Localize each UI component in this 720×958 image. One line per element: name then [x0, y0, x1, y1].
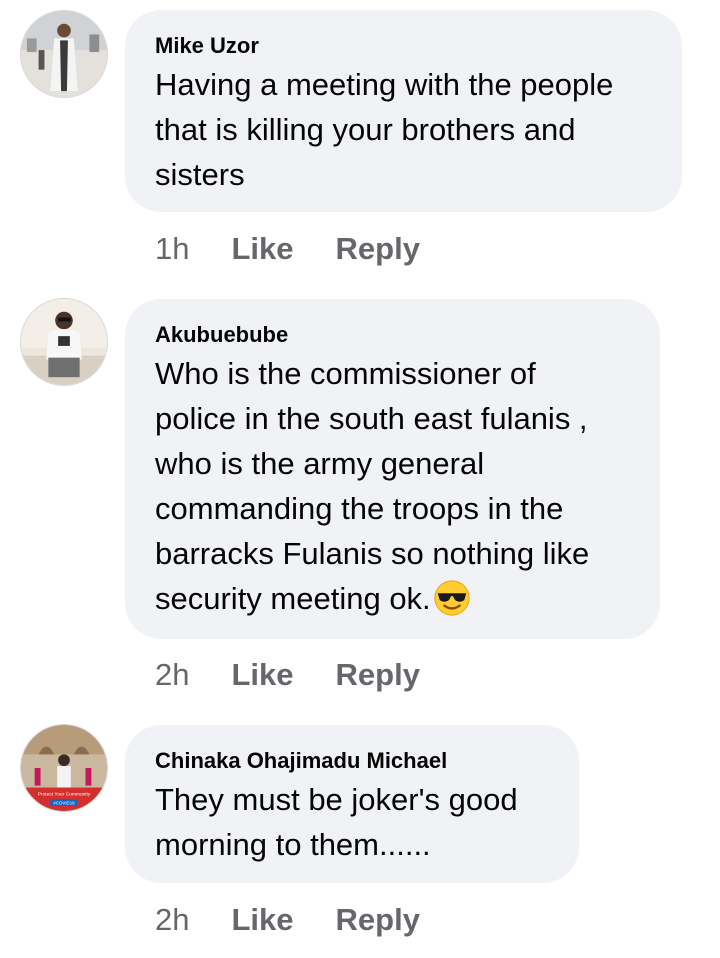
user-avatar-photo-icon: Protect Your Community #COVID19 [21, 725, 107, 811]
comment-actions: 2h Like Reply [155, 900, 462, 940]
like-button[interactable]: Like [231, 231, 293, 267]
comment-bubble: Mike Uzor Having a meeting with the peop… [125, 10, 682, 212]
like-button[interactable]: Like [231, 902, 293, 938]
comment-text-content: Who is the commissioner of police in the… [155, 356, 590, 616]
comment-bubble: Chinaka Ohajimadu Michael They must be j… [125, 725, 579, 883]
avatar-banner-hashtag: #COVID19 [53, 801, 75, 806]
comment-actions: 1h Like Reply [155, 229, 462, 269]
avatar[interactable] [20, 298, 108, 386]
comment-author[interactable]: Akubuebube [155, 321, 630, 349]
comment-timestamp[interactable]: 2h [155, 902, 189, 938]
smiling-face-with-sunglasses-emoji-icon [433, 579, 471, 617]
comment-author[interactable]: Mike Uzor [155, 32, 652, 60]
user-avatar-photo-icon [21, 299, 107, 385]
comment-timestamp[interactable]: 1h [155, 231, 189, 267]
reply-button[interactable]: Reply [336, 231, 420, 267]
comment-timestamp[interactable]: 2h [155, 657, 189, 693]
comment-actions: 2h Like Reply [155, 655, 462, 695]
user-avatar-photo-icon [21, 11, 107, 97]
avatar[interactable]: Protect Your Community #COVID19 [20, 724, 108, 812]
reply-button[interactable]: Reply [336, 902, 420, 938]
comment-text: They must be joker's good morning to the… [155, 782, 518, 862]
avatar-banner-line: Protect Your Community [38, 791, 91, 797]
comment-author[interactable]: Chinaka Ohajimadu Michael [155, 747, 549, 775]
like-button[interactable]: Like [231, 657, 293, 693]
comment-bubble: Akubuebube Who is the commissioner of po… [125, 299, 660, 639]
reply-button[interactable]: Reply [336, 657, 420, 693]
comment-text: Having a meeting with the people that is… [155, 67, 614, 192]
avatar[interactable] [20, 10, 108, 98]
comment-text: Who is the commissioner of police in the… [155, 351, 630, 621]
